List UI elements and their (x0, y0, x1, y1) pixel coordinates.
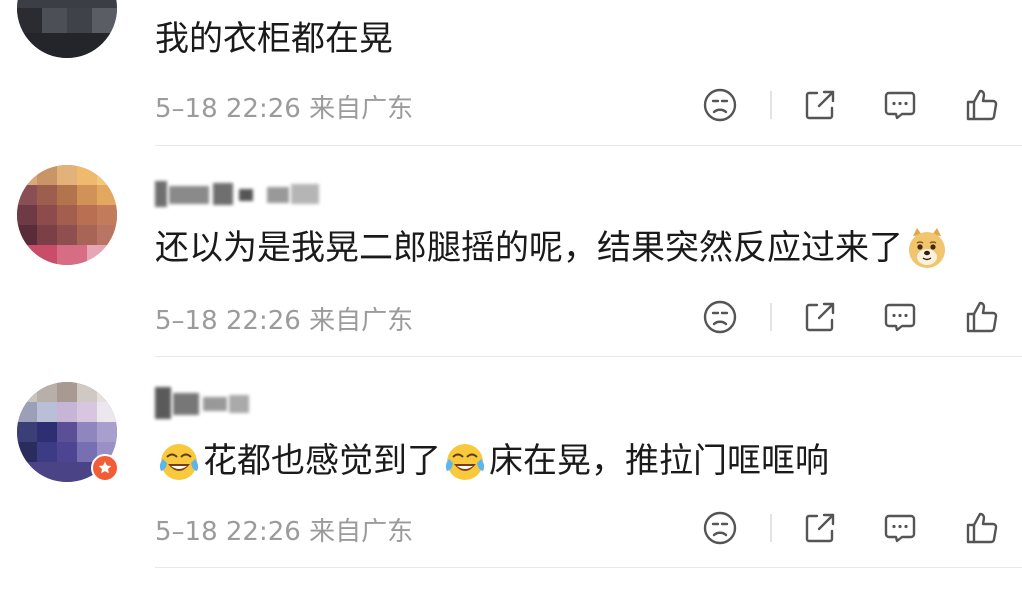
comment-actions (690, 508, 1020, 548)
comment-text-part1: 花都也感觉到了 (203, 441, 441, 481)
comment-text: 花都也感觉到了 床在晃，推拉门哐哐响 (155, 439, 829, 483)
comment-icon[interactable] (880, 508, 920, 548)
comment-meta: 5–18 22:26 来自广东 (155, 94, 414, 124)
sad-face-icon[interactable] (700, 297, 740, 337)
verified-badge-icon (91, 454, 119, 482)
comment-actions (690, 297, 1020, 337)
share-icon[interactable] (800, 85, 840, 125)
row-divider (155, 567, 1022, 568)
thumbs-up-icon[interactable] (962, 297, 1002, 337)
comment-actions (690, 85, 1020, 125)
avatar[interactable] (17, 0, 117, 58)
thumbs-up-icon[interactable] (962, 85, 1002, 125)
comment-icon[interactable] (880, 297, 920, 337)
comment-meta: 5–18 22:26 来自广东 (155, 306, 414, 336)
comment-item: 花都也感觉到了 床在晃，推拉门哐哐响 5–18 22:26 来自广东 (0, 357, 1022, 592)
thumbs-up-icon[interactable] (962, 508, 1002, 548)
comment-text: 还以为是我晃二郎腿摇的呢，结果突然反应过来了 (155, 226, 951, 270)
action-divider (770, 514, 772, 542)
comment-meta: 5–18 22:26 来自广东 (155, 517, 414, 547)
laugh-cry-emoji-icon (443, 439, 487, 483)
username[interactable] (155, 181, 325, 209)
username[interactable] (155, 387, 255, 419)
comment-item: 我的衣柜都在晃 5–18 22:26 来自广东 (0, 0, 1022, 146)
comment-text-part2: 床在晃，推拉门哐哐响 (489, 441, 829, 481)
comment-text-content: 还以为是我晃二郎腿摇的呢，结果突然反应过来了 (155, 228, 903, 268)
doge-emoji-icon (905, 226, 949, 270)
comment-feed: 我的衣柜都在晃 5–18 22:26 来自广东 还以为是我晃二郎腿摇的呢，结果突… (0, 0, 1022, 592)
comment-item: 还以为是我晃二郎腿摇的呢，结果突然反应过来了 5–18 22:26 来自广东 (0, 146, 1022, 357)
avatar[interactable] (17, 165, 117, 265)
comment-text: 我的衣柜都在晃 (155, 19, 393, 59)
share-icon[interactable] (800, 508, 840, 548)
sad-face-icon[interactable] (700, 508, 740, 548)
sad-face-icon[interactable] (700, 85, 740, 125)
laugh-cry-emoji-icon (157, 439, 201, 483)
action-divider (770, 303, 772, 331)
action-divider (770, 91, 772, 119)
share-icon[interactable] (800, 297, 840, 337)
comment-icon[interactable] (880, 85, 920, 125)
